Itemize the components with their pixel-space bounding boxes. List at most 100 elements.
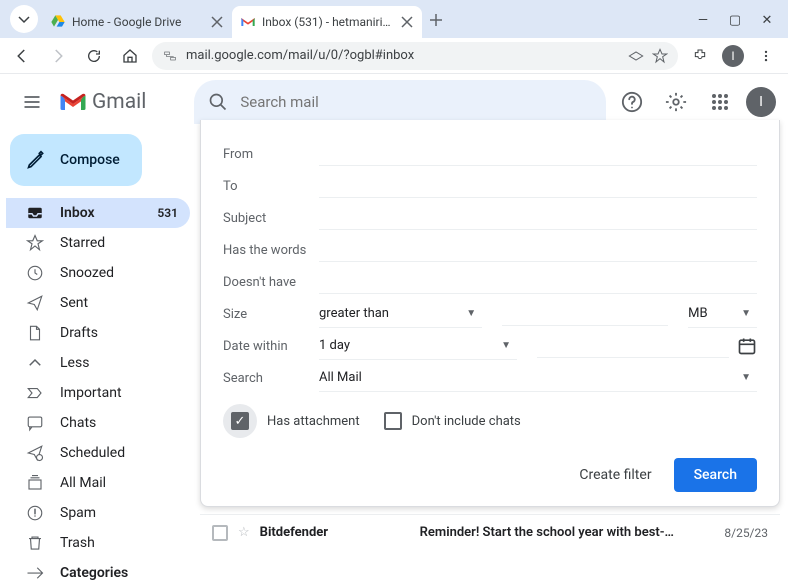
apps-button[interactable] bbox=[702, 84, 738, 120]
tab-title: Home - Google Drive bbox=[72, 15, 204, 29]
close-icon[interactable] bbox=[210, 15, 224, 29]
close-icon[interactable] bbox=[400, 15, 414, 29]
from-label: From bbox=[223, 147, 319, 162]
sidebar-item-spam[interactable]: Spam bbox=[6, 498, 190, 528]
search-icon bbox=[208, 92, 228, 112]
sidebar-item-starred[interactable]: Starred bbox=[6, 228, 190, 258]
gmail-icon bbox=[240, 14, 256, 30]
mail-sender: Bitdefender bbox=[260, 525, 410, 540]
subject-input[interactable] bbox=[319, 206, 757, 230]
account-avatar[interactable]: I bbox=[746, 87, 776, 117]
search-bar[interactable] bbox=[194, 80, 606, 124]
address-bar[interactable]: mail.google.com/mail/u/0/?ogbl#inbox bbox=[152, 42, 678, 70]
nothave-label: Doesn't have bbox=[223, 275, 319, 290]
back-button[interactable] bbox=[8, 42, 36, 70]
compose-button[interactable]: Compose bbox=[10, 134, 142, 186]
sidebar-item-scheduled[interactable]: Scheduled bbox=[6, 438, 190, 468]
chevron-down-icon: ▼ bbox=[501, 340, 511, 351]
window-minimize[interactable]: — bbox=[696, 13, 710, 28]
chevron-right-icon bbox=[26, 564, 44, 582]
size-label: Size bbox=[223, 307, 319, 322]
chat-icon bbox=[26, 414, 44, 432]
send-icon bbox=[26, 294, 44, 312]
size-unit-select[interactable]: MB▼ bbox=[688, 300, 757, 328]
browser-tab[interactable]: Home - Google Drive bbox=[42, 6, 232, 38]
stack-icon bbox=[26, 474, 44, 492]
mail-row[interactable]: ☆ Bitdefender Reminder! Start the school… bbox=[200, 514, 780, 550]
chevron-down-icon: ▼ bbox=[741, 308, 751, 319]
subject-label: Subject bbox=[223, 211, 319, 226]
file-icon bbox=[26, 324, 44, 342]
url-text: mail.google.com/mail/u/0/?ogbl#inbox bbox=[186, 48, 620, 63]
home-button[interactable] bbox=[116, 42, 144, 70]
star-icon[interactable]: ☆ bbox=[238, 525, 250, 540]
sidebar-item-inbox[interactable]: Inbox 531 bbox=[6, 198, 190, 228]
bookmark-star-icon[interactable] bbox=[652, 48, 668, 64]
haswords-label: Has the words bbox=[223, 243, 319, 258]
sidebar-item-snoozed[interactable]: Snoozed bbox=[6, 258, 190, 288]
haswords-input[interactable] bbox=[319, 238, 757, 262]
spam-icon bbox=[26, 504, 44, 522]
checkbox-icon bbox=[384, 412, 402, 430]
size-value-input[interactable] bbox=[502, 302, 668, 326]
searchin-select[interactable]: All Mail▼ bbox=[319, 364, 757, 392]
search-filter-panel: From To Subject Has the words Doesn't ha… bbox=[200, 120, 780, 507]
date-range-select[interactable]: 1 day▼ bbox=[319, 332, 517, 360]
sidebar-item-label: Inbox bbox=[60, 205, 95, 221]
create-filter-button[interactable]: Create filter bbox=[573, 459, 657, 491]
nothave-input[interactable] bbox=[319, 270, 757, 294]
from-input[interactable] bbox=[319, 142, 757, 166]
checkbox-icon: ✓ bbox=[231, 412, 249, 430]
calendar-icon[interactable] bbox=[737, 336, 757, 356]
scheduled-icon bbox=[26, 444, 44, 462]
to-label: To bbox=[223, 179, 319, 194]
window-close[interactable]: ✕ bbox=[760, 13, 774, 28]
chevron-up-icon bbox=[26, 354, 44, 372]
window-maximize[interactable]: ▢ bbox=[728, 13, 742, 28]
profile-avatar[interactable]: I bbox=[722, 45, 744, 67]
pencil-icon bbox=[26, 150, 46, 170]
sidebar-item-important[interactable]: Important bbox=[6, 378, 190, 408]
new-tab-button[interactable] bbox=[422, 6, 450, 34]
browser-tab[interactable]: Inbox (531) - hetmanirina@gm… bbox=[232, 6, 422, 38]
size-op-select[interactable]: greater than▼ bbox=[319, 300, 482, 328]
sidebar-item-allmail[interactable]: All Mail bbox=[6, 468, 190, 498]
tab-list-button[interactable] bbox=[10, 5, 38, 33]
chevron-down-icon: ▼ bbox=[741, 372, 751, 383]
sidebar-item-sent[interactable]: Sent bbox=[6, 288, 190, 318]
to-input[interactable] bbox=[319, 174, 757, 198]
mail-subject: Reminder! Start the school year with bes… bbox=[420, 525, 705, 540]
settings-button[interactable] bbox=[658, 84, 694, 120]
exclude-chats-checkbox[interactable]: Don't include chats bbox=[384, 412, 521, 430]
compose-label: Compose bbox=[60, 152, 120, 168]
sidebar-item-drafts[interactable]: Drafts bbox=[6, 318, 190, 348]
forward-button[interactable] bbox=[44, 42, 72, 70]
chevron-down-icon: ▼ bbox=[466, 308, 476, 319]
datewithin-label: Date within bbox=[223, 339, 319, 354]
has-attachment-checkbox[interactable]: ✓ Has attachment bbox=[223, 404, 360, 438]
main-menu-button[interactable] bbox=[12, 82, 52, 122]
trash-icon bbox=[26, 534, 44, 552]
clock-icon bbox=[26, 264, 44, 282]
browser-menu-button[interactable] bbox=[752, 42, 780, 70]
drive-icon bbox=[50, 14, 66, 30]
date-input[interactable] bbox=[537, 334, 729, 358]
sidebar-item-less[interactable]: Less bbox=[6, 348, 190, 378]
sidebar-item-trash[interactable]: Trash bbox=[6, 528, 190, 558]
mail-date: 8/25/23 bbox=[724, 526, 768, 540]
important-icon bbox=[26, 384, 44, 402]
tab-title: Inbox (531) - hetmanirina@gm… bbox=[262, 15, 394, 29]
extensions-button[interactable] bbox=[686, 42, 714, 70]
inbox-count: 531 bbox=[157, 206, 178, 220]
sidebar-item-categories[interactable]: Categories bbox=[6, 558, 190, 588]
sidebar-item-chats[interactable]: Chats bbox=[6, 408, 190, 438]
support-button[interactable] bbox=[614, 84, 650, 120]
reload-button[interactable] bbox=[80, 42, 108, 70]
gmail-logo[interactable]: Gmail bbox=[60, 90, 146, 114]
searchin-label: Search bbox=[223, 371, 319, 386]
brand-label: Gmail bbox=[92, 90, 146, 114]
eye-icon[interactable] bbox=[628, 48, 644, 64]
site-info-icon[interactable] bbox=[162, 48, 178, 64]
search-input[interactable] bbox=[240, 93, 592, 111]
search-button[interactable]: Search bbox=[674, 458, 757, 492]
